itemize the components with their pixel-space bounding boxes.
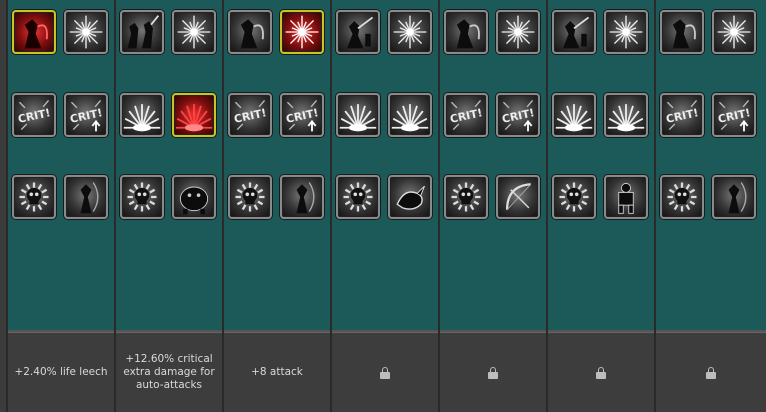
bonus-text: +8 attack	[224, 332, 330, 412]
skull-burst-icon[interactable]	[444, 175, 488, 219]
explosion-icon[interactable]	[120, 93, 164, 137]
talent-column: CRIT! CRIT! +8 attack	[222, 0, 330, 412]
reaper-icon[interactable]	[660, 10, 704, 54]
starburst-icon[interactable]	[604, 10, 648, 54]
lock-icon	[380, 366, 390, 379]
svg-text:CRIT!: CRIT!	[717, 106, 752, 126]
swordsman-icon[interactable]	[336, 10, 380, 54]
red-starburst-icon[interactable]	[280, 10, 324, 54]
dragon-icon[interactable]	[388, 175, 432, 219]
crit-icon[interactable]: CRIT!	[228, 93, 272, 137]
skull-burst-icon[interactable]	[552, 175, 596, 219]
crit-icon[interactable]: CRIT!	[12, 93, 56, 137]
skull-burst-icon[interactable]	[228, 175, 272, 219]
swordsman-icon[interactable]	[552, 10, 596, 54]
archer-icon[interactable]	[712, 175, 756, 219]
starburst-icon[interactable]	[64, 10, 108, 54]
lock-icon	[596, 366, 606, 379]
archer-icon[interactable]	[280, 175, 324, 219]
skull-burst-icon[interactable]	[336, 175, 380, 219]
locked-bonus	[656, 332, 766, 412]
svg-text:CRIT!: CRIT!	[285, 106, 320, 126]
talent-column	[330, 0, 438, 412]
impact-icon[interactable]	[604, 93, 648, 137]
bow-icon[interactable]	[496, 175, 540, 219]
explosion-icon[interactable]	[552, 93, 596, 137]
bonus-text: +12.60% critical extra damage for auto-a…	[116, 332, 222, 412]
talent-column: CRIT! CRIT!	[654, 0, 766, 412]
reaper-icon[interactable]	[228, 10, 272, 54]
bonus-text: +2.40% life leech	[8, 332, 114, 412]
svg-text:CRIT!: CRIT!	[449, 106, 484, 126]
skull-burst-icon[interactable]	[120, 175, 164, 219]
svg-text:CRIT!: CRIT!	[665, 106, 700, 126]
lock-icon	[488, 366, 498, 379]
talent-column: +12.60% critical extra damage for auto-a…	[114, 0, 222, 412]
svg-text:CRIT!: CRIT!	[17, 106, 52, 126]
archer-icon[interactable]	[64, 175, 108, 219]
golem-icon[interactable]	[604, 175, 648, 219]
reaper-icon[interactable]	[444, 10, 488, 54]
bonus-label: +8 attack	[251, 366, 303, 378]
bonus-label: +12.60% critical extra damage for auto-a…	[123, 353, 215, 391]
crit-icon[interactable]: CRIT!	[444, 93, 488, 137]
crit-up-icon[interactable]: CRIT!	[496, 93, 540, 137]
beast-icon[interactable]	[172, 175, 216, 219]
warriors-icon[interactable]	[120, 10, 164, 54]
starburst-icon[interactable]	[712, 10, 756, 54]
locked-bonus	[548, 332, 654, 412]
talent-column: CRIT! CRIT! +2.40% life leech	[6, 0, 114, 412]
explosion-icon[interactable]	[336, 93, 380, 137]
skull-burst-icon[interactable]	[12, 175, 56, 219]
locked-bonus	[440, 332, 546, 412]
talent-column: CRIT! CRIT!	[438, 0, 546, 412]
crit-icon[interactable]: CRIT!	[660, 93, 704, 137]
svg-text:CRIT!: CRIT!	[501, 106, 536, 126]
svg-text:CRIT!: CRIT!	[69, 106, 104, 126]
lock-icon	[706, 366, 716, 379]
crit-up-icon[interactable]: CRIT!	[280, 93, 324, 137]
starburst-icon[interactable]	[172, 10, 216, 54]
red-impact-icon[interactable]	[172, 93, 216, 137]
svg-text:CRIT!: CRIT!	[233, 106, 268, 126]
starburst-icon[interactable]	[496, 10, 540, 54]
crit-up-icon[interactable]: CRIT!	[64, 93, 108, 137]
bonus-label: +2.40% life leech	[14, 366, 108, 378]
locked-bonus	[332, 332, 438, 412]
talent-column	[546, 0, 654, 412]
crit-up-icon[interactable]: CRIT!	[712, 93, 756, 137]
impact-icon[interactable]	[388, 93, 432, 137]
talent-board: CRIT! CRIT! +2.40% life leech +12.60% criti…	[0, 0, 766, 412]
blood-mage-icon[interactable]	[12, 10, 56, 54]
starburst-icon[interactable]	[388, 10, 432, 54]
skull-burst-icon[interactable]	[660, 175, 704, 219]
